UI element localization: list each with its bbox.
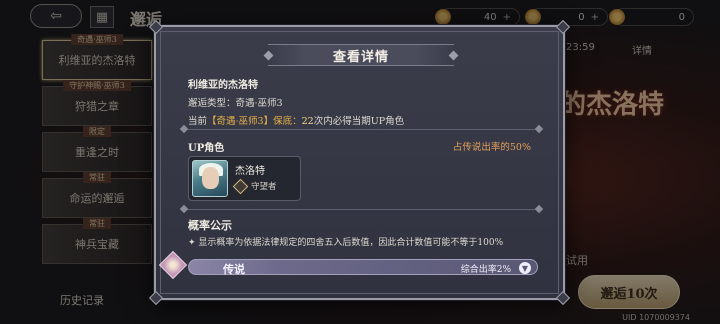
modal-header: 查看详情 xyxy=(263,44,459,66)
rarity-row-legendary[interactable]: 传说 综合出率2% ▼ xyxy=(188,259,538,276)
guarantee-info: 当前【奇遇·巫师3】保底：22次内必得当期UP角色 xyxy=(188,116,405,127)
hero-portrait xyxy=(192,160,228,197)
hero-name: 杰洛特 xyxy=(235,166,265,177)
divider-ornament xyxy=(179,204,189,214)
guarantee-count: 22 xyxy=(301,116,314,127)
divider-ornament xyxy=(534,124,544,134)
chevron-down-icon[interactable]: ▼ xyxy=(519,262,531,274)
modal-title: 查看详情 xyxy=(332,49,389,65)
up-rate-text: 占传说出率的50% xyxy=(452,142,531,153)
rarity-label: 传说 xyxy=(223,263,245,276)
legendary-emblem-icon xyxy=(158,250,188,280)
hero-face xyxy=(202,167,219,189)
rarity-rate: 综合出率2% xyxy=(460,265,511,275)
up-section-label: UP角色 xyxy=(188,143,225,154)
up-hero-card[interactable]: 杰洛特 守望者 xyxy=(188,156,301,201)
emblem-gem xyxy=(158,250,188,280)
guardian-role-icon xyxy=(232,178,249,195)
probability-title: 概率公示 xyxy=(188,219,232,232)
guarantee-tag: 【奇遇·巫师3】保底： xyxy=(207,116,302,127)
banner-name: 利维亚的杰洛特 xyxy=(188,80,258,91)
ornament-icon xyxy=(263,50,274,61)
section-divider xyxy=(179,124,544,134)
divider-ornament xyxy=(179,124,189,134)
section-divider xyxy=(179,204,544,214)
ornament-icon xyxy=(448,50,459,61)
probability-note: ✦ 显示概率为依据法律规定的四舍五入后数值，因此合计数值可能不等于100% xyxy=(188,238,504,248)
hero-role: 守望者 xyxy=(251,182,277,192)
banner-type: 邂逅类型：奇遇·巫师3 xyxy=(188,98,283,109)
divider-ornament xyxy=(534,204,544,214)
detail-modal: 查看详情 利维亚的杰洛特 邂逅类型：奇遇·巫师3 当前【奇遇·巫师3】保底：22… xyxy=(148,19,571,306)
